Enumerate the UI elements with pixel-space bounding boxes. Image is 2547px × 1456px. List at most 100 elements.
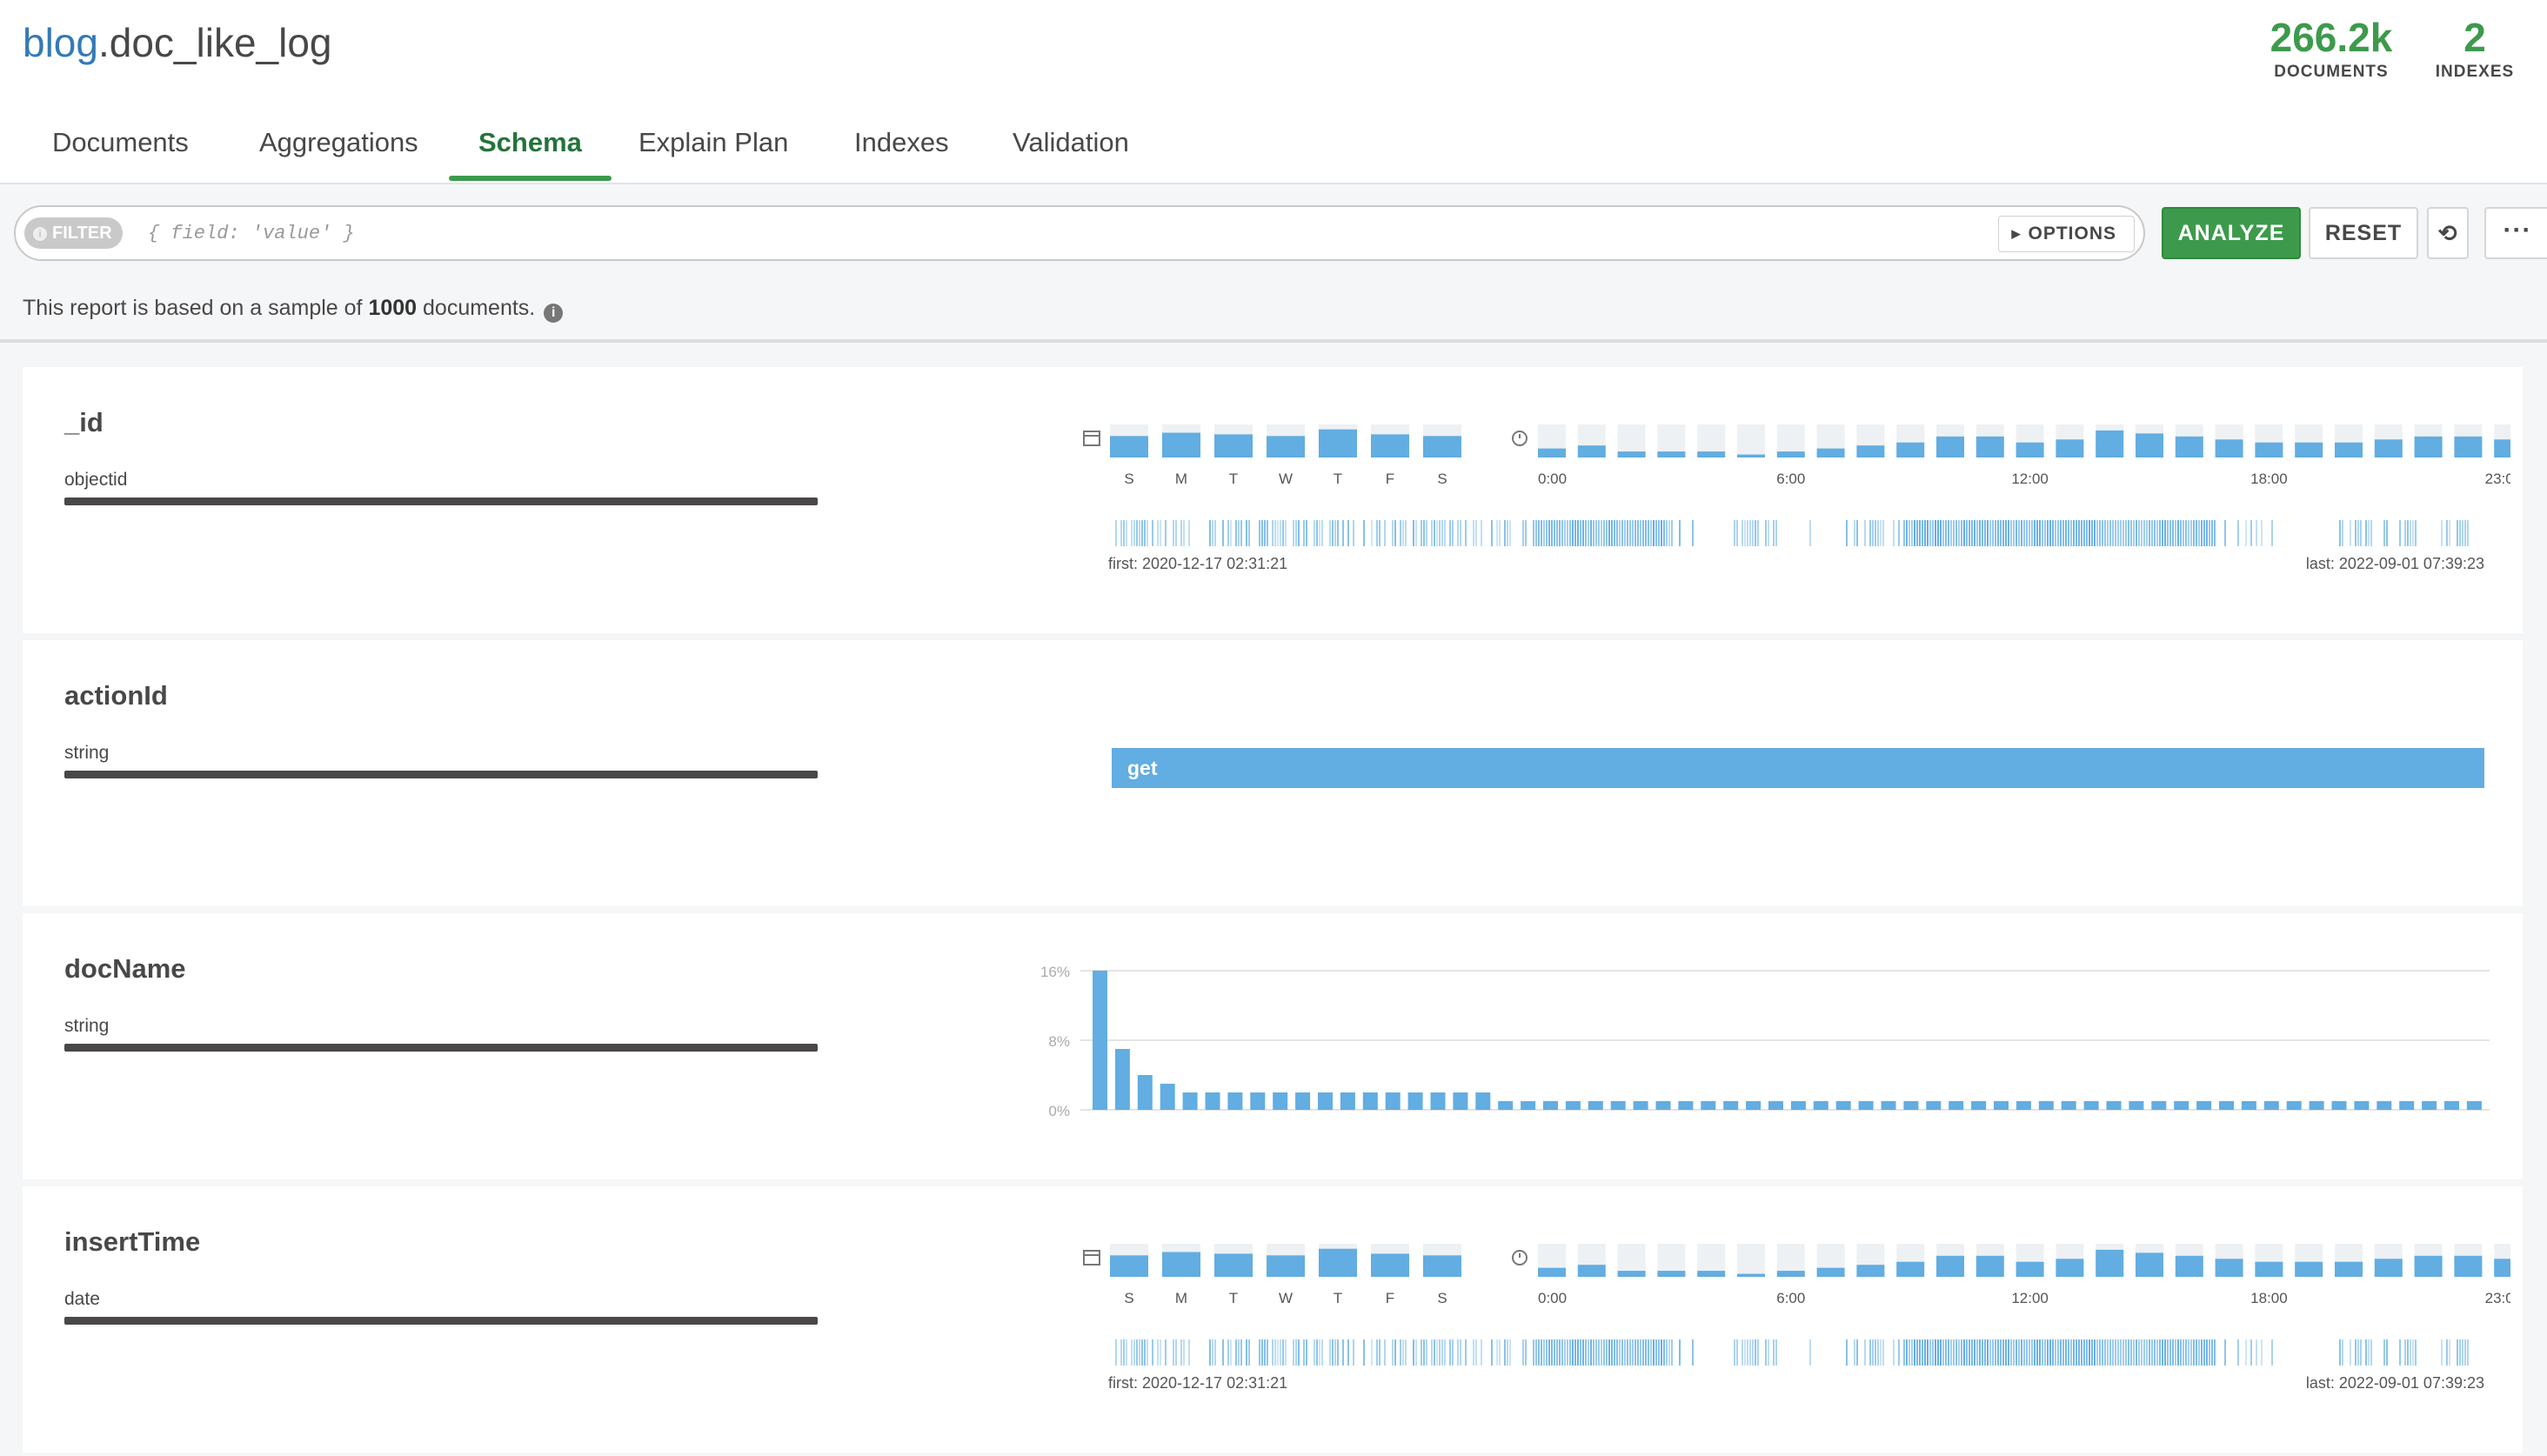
hour-bar[interactable] — [1737, 1273, 1765, 1277]
tab-aggregations[interactable]: Aggregations — [230, 120, 448, 181]
hour-bar[interactable] — [2454, 436, 2483, 458]
histogram-bar[interactable] — [1362, 1092, 1378, 1110]
hour-bar[interactable] — [2215, 1259, 2243, 1277]
more-options-button[interactable]: ··· — [2484, 207, 2547, 259]
hour-bar[interactable] — [2335, 442, 2363, 458]
hour-bar[interactable] — [1936, 436, 1964, 458]
hour-bar[interactable] — [1856, 445, 1885, 458]
histogram-bar[interactable] — [1521, 1101, 1536, 1110]
filter-label[interactable]: i FILTER — [24, 217, 123, 249]
histogram-bar[interactable] — [2399, 1101, 2415, 1110]
histogram-bar[interactable] — [1813, 1101, 1828, 1110]
hour-bar[interactable] — [2335, 1261, 2363, 1277]
histogram-bar[interactable] — [1949, 1101, 1964, 1110]
weekday-bar[interactable] — [1267, 1255, 1305, 1277]
hour-bar[interactable] — [1975, 436, 2004, 458]
histogram-bar[interactable] — [1114, 1049, 1130, 1110]
histogram-bar[interactable] — [2129, 1101, 2144, 1110]
hour-bar[interactable] — [2255, 442, 2283, 458]
histogram-bar[interactable] — [2309, 1101, 2324, 1110]
histogram-bar[interactable] — [1385, 1092, 1401, 1110]
weekday-bar[interactable] — [1162, 1252, 1200, 1278]
histogram-bar[interactable] — [2016, 1101, 2031, 1110]
hour-bar[interactable] — [1538, 448, 1566, 458]
histogram-bar[interactable] — [2422, 1101, 2437, 1110]
histogram-bar[interactable] — [1093, 971, 1107, 1110]
histogram-bar[interactable] — [2444, 1101, 2459, 1110]
hour-bar[interactable] — [2295, 442, 2323, 458]
histogram-bar[interactable] — [1926, 1101, 1942, 1110]
histogram-bar[interactable] — [2241, 1101, 2256, 1110]
hour-bar[interactable] — [1776, 451, 1805, 458]
hour-bar[interactable] — [2096, 430, 2124, 458]
hour-bar[interactable] — [1538, 1267, 1566, 1277]
histogram-bar[interactable] — [2286, 1101, 2302, 1110]
weekday-bar[interactable] — [1110, 436, 1148, 458]
weekday-bar[interactable] — [1371, 1253, 1409, 1277]
hour-bar[interactable] — [1577, 445, 1606, 458]
histogram-bar[interactable] — [2038, 1101, 2054, 1110]
histogram-bar[interactable] — [2151, 1101, 2167, 1110]
hour-bar[interactable] — [2136, 433, 2163, 458]
tab-indexes[interactable]: Indexes — [825, 120, 979, 181]
histogram-bar[interactable] — [1543, 1101, 1558, 1110]
hour-bar[interactable] — [2255, 1261, 2283, 1277]
histogram-bar[interactable] — [1971, 1101, 1987, 1110]
hour-bar[interactable] — [2056, 439, 2084, 458]
histogram-bar[interactable] — [1273, 1092, 1288, 1110]
weekday-bar[interactable] — [1214, 1253, 1253, 1277]
weekday-bar[interactable] — [1162, 432, 1200, 458]
reset-button[interactable]: RESET — [2309, 207, 2418, 259]
type-proportion-bar[interactable] — [64, 498, 818, 505]
histogram-bar[interactable] — [1723, 1101, 1739, 1110]
histogram-bar[interactable] — [1678, 1101, 1694, 1110]
hour-bar[interactable] — [2056, 1259, 2084, 1277]
histogram-bar[interactable] — [2466, 1101, 2482, 1110]
histogram-bar[interactable] — [1295, 1092, 1311, 1110]
weekday-bar[interactable] — [1423, 1255, 1461, 1277]
hour-bar[interactable] — [1936, 1255, 1964, 1277]
histogram-bar[interactable] — [2263, 1101, 2279, 1110]
hour-bar[interactable] — [1776, 1271, 1805, 1277]
histogram-bar[interactable] — [1498, 1101, 1514, 1110]
options-button[interactable]: ▶ OPTIONS — [1998, 216, 2135, 252]
hour-bar[interactable] — [1617, 451, 1646, 458]
type-proportion-bar[interactable] — [64, 771, 818, 778]
histogram-bar[interactable] — [1994, 1101, 2009, 1110]
category-bar[interactable] — [1112, 748, 2484, 788]
histogram-bar[interactable] — [2331, 1101, 2347, 1110]
hour-bar[interactable] — [1816, 448, 1845, 458]
histogram-bar[interactable] — [1318, 1092, 1333, 1110]
tab-documents[interactable]: Documents — [23, 120, 218, 181]
type-proportion-bar[interactable] — [64, 1044, 818, 1052]
hour-bar[interactable] — [1657, 451, 1686, 458]
tab-explain-plan[interactable]: Explain Plan — [609, 120, 818, 181]
hour-bar[interactable] — [1697, 1271, 1726, 1277]
histogram-bar[interactable] — [1790, 1101, 1806, 1110]
hour-bar[interactable] — [1737, 454, 1765, 458]
weekday-bar[interactable] — [1267, 436, 1305, 458]
filter-input[interactable] — [146, 212, 1933, 254]
histogram-bar[interactable] — [2377, 1101, 2392, 1110]
histogram-bar[interactable] — [1835, 1101, 1851, 1110]
histogram-bar[interactable] — [1227, 1092, 1243, 1110]
weekday-bar[interactable] — [1110, 1255, 1148, 1277]
histogram-bar[interactable] — [1475, 1092, 1491, 1110]
hour-bar[interactable] — [1697, 451, 1726, 458]
weekday-bar[interactable] — [1423, 436, 1461, 458]
histogram-bar[interactable] — [1881, 1101, 1896, 1110]
histogram-bar[interactable] — [1205, 1092, 1220, 1110]
database-name[interactable]: blog — [23, 20, 98, 65]
hour-bar[interactable] — [2175, 1255, 2203, 1277]
histogram-bar[interactable] — [1858, 1101, 1874, 1110]
tab-validation[interactable]: Validation — [983, 120, 1159, 181]
hour-bar[interactable] — [2454, 1255, 2483, 1277]
hour-bar[interactable] — [2016, 1261, 2044, 1277]
histogram-bar[interactable] — [1610, 1101, 1626, 1110]
tab-schema[interactable]: Schema — [449, 120, 612, 181]
weekday-bar[interactable] — [1319, 1248, 1357, 1277]
hour-bar[interactable] — [2494, 439, 2510, 458]
histogram-bar[interactable] — [1701, 1101, 1716, 1110]
histogram-bar[interactable] — [2083, 1101, 2099, 1110]
histogram-bar[interactable] — [1746, 1101, 1762, 1110]
